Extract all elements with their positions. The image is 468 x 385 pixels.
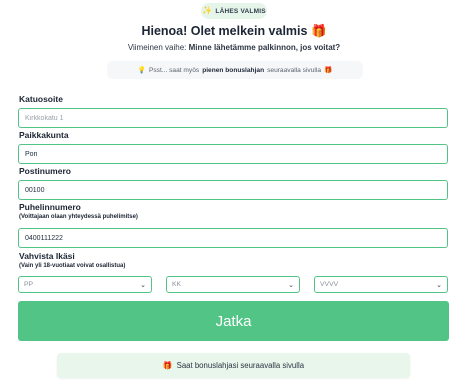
lightbulb-icon: 💡: [137, 67, 146, 74]
city-label: Paikkakunta: [19, 130, 69, 140]
chevron-down-icon: ⌄: [436, 281, 442, 289]
day-select[interactable]: PP ⌄: [18, 276, 152, 293]
chevron-down-icon: ⌄: [140, 281, 146, 289]
page-title: Hienoa! Olet melkein valmis 🎁: [141, 24, 327, 38]
status-badge: ✨ LÄHES VALMIS: [201, 3, 267, 19]
chevron-down-icon: ⌄: [288, 281, 294, 289]
month-select[interactable]: KK ⌄: [166, 276, 300, 293]
postal-label: Postinumero: [19, 166, 71, 176]
phone-sublabel: (Voittajaan olaan yhteydessä puhelimitse…: [19, 214, 138, 220]
gift-icon: 🎁: [310, 24, 327, 38]
year-select[interactable]: VVVV ⌄: [314, 276, 448, 293]
postal-input[interactable]: [18, 180, 448, 200]
age-sublabel: (Vain yli 18-vuotiaat voivat osallistua): [19, 263, 126, 269]
street-label: Katuosoite: [19, 94, 63, 104]
street-input[interactable]: [18, 108, 448, 128]
phone-label: Puhelinnumero: [19, 202, 81, 212]
continue-button[interactable]: Jatka: [18, 301, 449, 341]
gift-icon: 🎁: [324, 67, 333, 74]
phone-input[interactable]: [18, 228, 448, 248]
city-input[interactable]: [18, 144, 448, 164]
gift-icon: 🎁: [162, 361, 173, 370]
bonus-footer: 🎁 Saat bonuslahjasi seuraavalla sivulla: [57, 353, 410, 378]
page-subtitle: Viimeinen vaihe: Minne lähetämme palkinn…: [127, 43, 341, 52]
magic-wand-icon: ✨: [202, 6, 213, 15]
status-badge-text: LÄHES VALMIS: [215, 7, 266, 15]
age-label: Vahvista Ikäsi: [19, 251, 75, 261]
bonus-tip: 💡 Psst... saat myös pienen bonuslahjan s…: [107, 61, 363, 79]
